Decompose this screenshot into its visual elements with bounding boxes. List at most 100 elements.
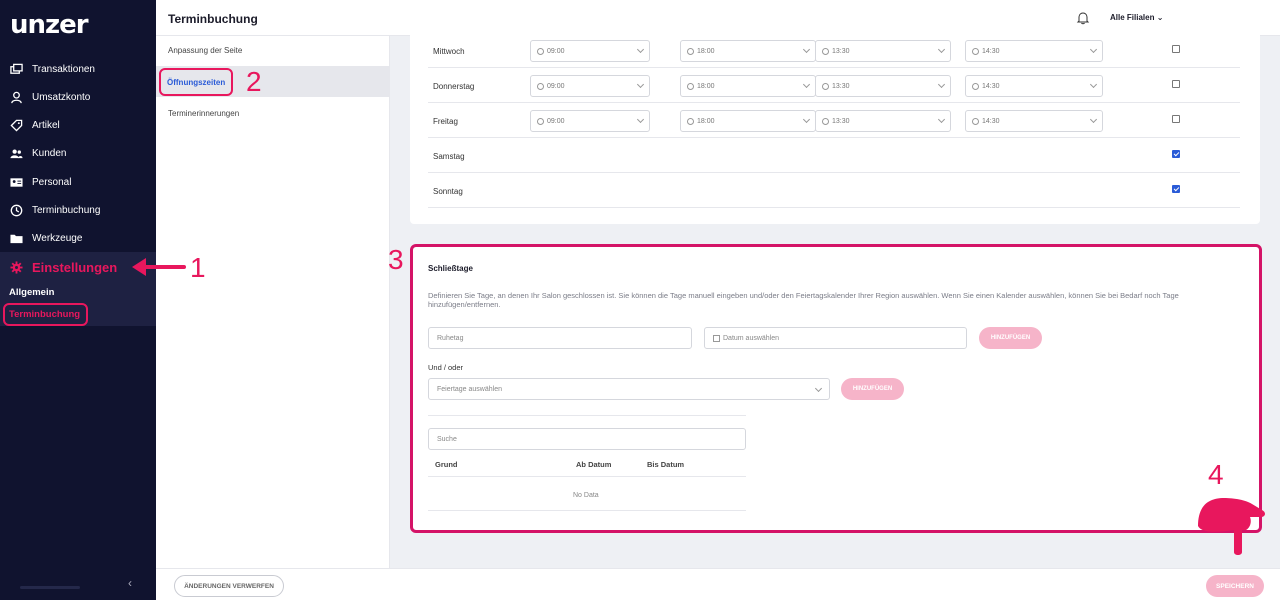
and-or-label: Und / oder (428, 363, 464, 372)
sidebar: unzer Transaktionen Umsatzkonto Artikel … (0, 0, 156, 600)
clock-icon (537, 117, 544, 125)
folder-icon (9, 231, 23, 245)
close-time-select[interactable]: 18:00 (680, 40, 816, 62)
day-label: Mittwoch (433, 47, 465, 56)
table-header-divider (428, 476, 746, 477)
closed-checkbox[interactable] (1172, 45, 1180, 53)
date-picker[interactable]: Datum auswählen (704, 327, 967, 349)
subnav-item-terminerinnerungen[interactable]: Terminerinnerungen (168, 109, 239, 118)
day-label: Donnerstag (433, 82, 475, 91)
day-row: Donnerstag 09:00 18:00 13:30 14:30 (428, 69, 1240, 103)
submenu-item-terminbuchung[interactable]: Terminbuchung (3, 303, 89, 326)
break-start-select[interactable]: 13:30 (815, 110, 951, 132)
sidebar-item-label: Terminbuchung (32, 204, 101, 216)
time-value: 13:30 (832, 47, 850, 55)
search-input[interactable]: Suche (428, 428, 746, 450)
time-value: 18:00 (697, 117, 715, 125)
break-start-select[interactable]: 13:30 (815, 75, 951, 97)
pointing-hand-icon (1198, 498, 1265, 555)
annotation-number: 3 (388, 244, 404, 275)
gear-icon (9, 260, 23, 274)
closed-checkbox[interactable] (1172, 150, 1180, 158)
table-bottom-divider (428, 510, 746, 511)
break-end-select[interactable]: 14:30 (965, 110, 1103, 132)
sidebar-item-transaktionen[interactable]: Transaktionen (0, 55, 156, 83)
annotation-number: 4 (1208, 459, 1224, 490)
chevron-down-icon (636, 45, 645, 54)
settings-subnav: Anpassung der Seite Öffnungszeiten Termi… (156, 36, 390, 568)
open-time-select[interactable]: 09:00 (530, 75, 650, 97)
day-row: Sonntag (428, 174, 1240, 208)
collapse-sidebar-button[interactable]: ‹ (128, 576, 132, 590)
clock-icon (537, 82, 544, 90)
clock-icon (687, 117, 694, 125)
chevron-down-icon (636, 115, 645, 124)
opening-hours-card: Mittwoch 09:00 18:00 13:30 14:30 Donners… (410, 34, 1260, 224)
add-holiday-button[interactable]: HINZUFÜGEN (841, 378, 904, 400)
chevron-down-icon (1089, 45, 1098, 54)
section-title: Schließtage (428, 264, 473, 273)
calendar-icon (713, 334, 720, 342)
holiday-select[interactable]: Feiertage auswählen (428, 378, 830, 400)
annotation-arrow-icon (132, 258, 186, 276)
chevron-down-icon (814, 384, 823, 393)
closed-checkbox[interactable] (1172, 80, 1180, 88)
annotation-number: 2 (246, 66, 262, 97)
column-header-grund[interactable]: Grund (435, 460, 458, 469)
sidebar-item-artikel[interactable]: Artikel (0, 111, 156, 139)
subnav-item-anpassung[interactable]: Anpassung der Seite (168, 46, 242, 55)
close-time-select[interactable]: 18:00 (680, 110, 816, 132)
day-label: Samstag (433, 152, 465, 161)
close-time-select[interactable]: 18:00 (680, 75, 816, 97)
empty-state: No Data (573, 492, 599, 499)
break-end-select[interactable]: 14:30 (965, 75, 1103, 97)
column-header-bis-datum[interactable]: Bis Datum (647, 460, 684, 469)
sidebar-footer (20, 586, 80, 589)
open-time-select[interactable]: 09:00 (530, 40, 650, 62)
rest-day-input[interactable]: Ruhetag (428, 327, 692, 349)
transactions-icon (9, 62, 23, 76)
closed-checkbox[interactable] (1172, 115, 1180, 123)
clock-icon (687, 82, 694, 90)
tag-icon (9, 118, 23, 132)
top-header: Terminbuchung Alle Filialen ⌄ (156, 0, 1280, 36)
branch-selector[interactable]: Alle Filialen ⌄ (1110, 13, 1163, 22)
column-header-ab-datum[interactable]: Ab Datum (576, 460, 611, 469)
input-placeholder: Feiertage auswählen (437, 385, 502, 393)
time-value: 18:00 (697, 47, 715, 55)
chevron-down-icon (802, 80, 811, 89)
input-placeholder: Ruhetag (437, 334, 464, 342)
chevron-down-icon (802, 115, 811, 124)
sidebar-item-umsatzkonto[interactable]: Umsatzkonto (0, 83, 156, 111)
save-button[interactable]: SPEICHERN (1206, 575, 1264, 597)
bell-icon[interactable] (1076, 11, 1090, 25)
subnav-item-oeffnungszeiten[interactable]: Öffnungszeiten (159, 68, 234, 96)
break-start-select[interactable]: 13:30 (815, 40, 951, 62)
submenu-item-allgemein[interactable]: Allgemein (9, 287, 54, 298)
sidebar-item-label: Kunden (32, 147, 67, 159)
open-time-select[interactable]: 09:00 (530, 110, 650, 132)
section-description: Definieren Sie Tage, an denen Ihr Salon … (428, 291, 1179, 309)
discard-changes-button[interactable]: ÄNDERUNGEN VERWERFEN (174, 575, 284, 597)
sidebar-item-werkzeuge[interactable]: Werkzeuge (0, 224, 156, 252)
closed-checkbox[interactable] (1172, 185, 1180, 193)
sidebar-item-personal[interactable]: Personal (0, 168, 156, 196)
clock-icon (687, 47, 694, 55)
add-rest-day-button[interactable]: HINZUFÜGEN (979, 327, 1042, 349)
clock-icon (972, 117, 979, 125)
sidebar-item-label: Umsatzkonto (32, 91, 91, 103)
day-row: Mittwoch 09:00 18:00 13:30 14:30 (428, 34, 1240, 68)
clock-icon (9, 203, 23, 217)
break-end-select[interactable]: 14:30 (965, 40, 1103, 62)
day-row: Samstag (428, 139, 1240, 173)
time-value: 13:30 (832, 82, 850, 90)
day-label: Freitag (433, 117, 458, 126)
closing-days-card: Schließtage Definieren Sie Tage, an dene… (410, 244, 1262, 533)
sidebar-item-kunden[interactable]: Kunden (0, 139, 156, 167)
sidebar-item-terminbuchung[interactable]: Terminbuchung (0, 196, 156, 224)
time-value: 18:00 (697, 82, 715, 90)
page-title: Terminbuchung (168, 12, 258, 26)
input-placeholder: Suche (437, 435, 457, 443)
sidebar-item-label: Transaktionen (32, 63, 95, 75)
time-value: 09:00 (547, 82, 565, 90)
